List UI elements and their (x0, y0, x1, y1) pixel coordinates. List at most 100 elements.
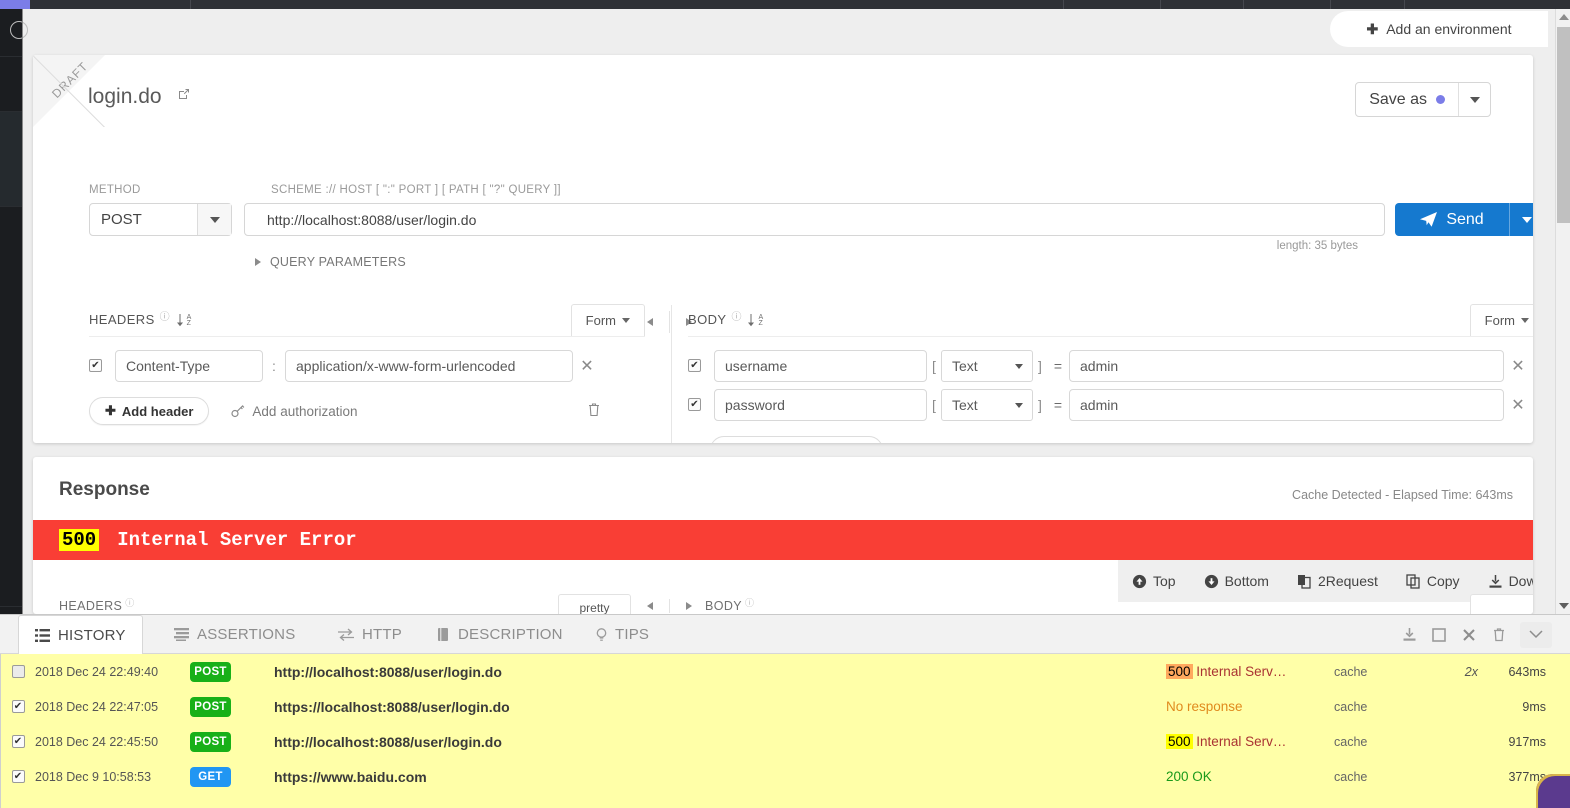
response-2request-label: 2Request (1317, 573, 1378, 589)
save-as-dropdown-button[interactable] (1458, 83, 1490, 116)
body-param-value-input[interactable]: admin (1069, 388, 1504, 421)
tab-http-label: HTTP (362, 626, 402, 643)
response-body-label[interactable]: BODY ⓘ (705, 598, 754, 613)
response-pane-collapse-controls[interactable] (647, 599, 692, 613)
history-close-icon[interactable] (1454, 615, 1484, 654)
history-status-text: No response (1166, 699, 1243, 714)
history-row[interactable]: 2018 Dec 24 22:49:40 POST http://localho… (1, 654, 1570, 689)
body-param-type-select[interactable]: Text (941, 388, 1033, 421)
url-input[interactable]: http://localhost:8088/user/login.do (244, 203, 1385, 236)
layers-icon (174, 628, 189, 641)
body-param-remove-icon[interactable]: ✕ (1504, 395, 1532, 415)
sidebar-cell-active[interactable] (0, 112, 22, 207)
query-parameters-toggle[interactable]: QUERY PARAMETERS (255, 255, 406, 269)
scroll-up-icon[interactable] (1556, 9, 1570, 25)
body-pane-header: BODY ⓘ AZ Form (688, 303, 1533, 337)
headers-mode-select[interactable]: Form (570, 303, 645, 336)
collapse-right-icon[interactable] (686, 602, 692, 610)
response-body-format-select[interactable] (1470, 594, 1533, 614)
tab-history[interactable]: HISTORY (18, 615, 143, 655)
save-as-button[interactable]: Save as (1355, 82, 1491, 117)
add-authorization-button[interactable]: Add authorization (231, 404, 358, 419)
tab-http[interactable]: HTTP (322, 615, 418, 654)
sort-az-icon[interactable]: AZ (748, 313, 763, 327)
sidebar-logo-cell[interactable] (0, 9, 28, 57)
collapse-left-icon[interactable] (647, 318, 653, 326)
response-top-button[interactable]: Top (1118, 573, 1190, 589)
history-chevron-down-icon[interactable] (1520, 621, 1552, 648)
history-row-checkbox[interactable] (11, 735, 25, 748)
body-help-icon[interactable]: ⓘ (731, 308, 741, 323)
history-duration: 9ms (1522, 699, 1546, 714)
scrollbar-thumb[interactable] (1557, 27, 1570, 223)
add-environment-label: Add an environment (1386, 21, 1512, 37)
titlebar-accent (0, 0, 30, 9)
sidebar-cell-2[interactable] (0, 57, 22, 112)
history-row-checkbox[interactable] (11, 770, 25, 783)
history-status-text: Internal Serv… (1196, 664, 1287, 679)
header-name-input[interactable]: Content-Type (115, 349, 263, 382)
left-sidebar-rail[interactable] (0, 9, 28, 614)
add-form-parameter-button[interactable]: ✚ Add form parameter (710, 436, 884, 443)
response-bottom-button[interactable]: Bottom (1190, 573, 1283, 589)
history-row-checkbox[interactable] (11, 700, 25, 713)
query-parameters-label: QUERY PARAMETERS (270, 255, 406, 269)
response-status-text: Internal Server Error (117, 529, 357, 551)
body-param-type-select[interactable]: Text (941, 349, 1033, 382)
header-colon: : (272, 357, 276, 374)
body-trash-icon[interactable] (1528, 441, 1533, 443)
body-param-checkbox[interactable] (688, 398, 701, 411)
history-method-badge: GET (190, 766, 231, 787)
headers-trash-icon[interactable] (587, 402, 601, 421)
history-method-badge: POST (190, 696, 231, 717)
page-scrollbar[interactable] (1555, 9, 1570, 614)
history-row[interactable]: 2018 Dec 24 22:47:05 POST https://localh… (1, 689, 1570, 724)
body-mode-select[interactable]: Form (1469, 303, 1533, 336)
body-param-remove-icon[interactable]: ✕ (1504, 356, 1532, 376)
plus-icon: ✚ (1366, 20, 1379, 37)
history-toolbar (1394, 615, 1552, 654)
history-status-text: Internal Serv… (1196, 734, 1287, 749)
history-download-icon[interactable] (1394, 615, 1424, 654)
tab-description[interactable]: DESCRIPTION (422, 615, 579, 654)
headers-help-icon[interactable]: ⓘ (160, 308, 170, 323)
history-row-checkbox[interactable] (11, 665, 25, 678)
method-label: METHOD (89, 184, 141, 196)
book-icon (438, 628, 450, 641)
collapse-left-icon[interactable] (647, 602, 653, 610)
send-dropdown-button[interactable] (1509, 203, 1533, 236)
sort-az-icon[interactable]: AZ (176, 313, 191, 327)
scroll-down-icon[interactable] (1556, 598, 1570, 614)
response-download-button[interactable]: Download (1474, 573, 1533, 589)
history-cache: cache (1334, 769, 1368, 784)
window-titlebar (0, 0, 1570, 9)
header-remove-icon[interactable]: ✕ (573, 356, 601, 376)
header-row-checkbox[interactable] (89, 359, 102, 372)
history-select-all-icon[interactable] (1424, 615, 1454, 654)
body-param-value-input[interactable]: admin (1069, 349, 1504, 382)
open-external-icon[interactable] (177, 83, 191, 107)
body-param-checkbox[interactable] (688, 359, 701, 372)
method-select[interactable]: POST (89, 203, 232, 236)
tab-tips[interactable]: TIPS (580, 615, 665, 654)
history-trash-icon[interactable] (1484, 615, 1514, 654)
response-copy-button[interactable]: Copy (1392, 573, 1474, 589)
response-2request-button[interactable]: 2Request (1283, 573, 1392, 589)
send-button[interactable]: Send (1395, 203, 1533, 236)
add-environment-button[interactable]: ✚ Add an environment (1330, 11, 1548, 47)
header-value-input[interactable]: application/x-www-form-urlencoded (285, 349, 573, 382)
add-header-button[interactable]: ✚ Add header (89, 397, 210, 425)
history-row[interactable]: 2018 Dec 9 10:58:53 GET https://www.baid… (1, 759, 1570, 794)
sidebar-cell-4[interactable] (0, 207, 22, 607)
body-title: BODY (688, 312, 727, 327)
body-param-key-input[interactable]: password (714, 388, 927, 421)
response-headers-format-select[interactable]: pretty (558, 594, 631, 614)
pane-collapse-controls[interactable] (647, 311, 692, 333)
tab-assertions[interactable]: ASSERTIONS (158, 615, 311, 654)
copy-icon (1406, 573, 1421, 589)
history-row[interactable]: 2018 Dec 24 22:45:50 POST http://localho… (1, 724, 1570, 759)
method-dropdown-icon[interactable] (197, 204, 231, 235)
history-duration: 917ms (1508, 734, 1546, 749)
response-headers-label[interactable]: HEADERS ⓘ (59, 598, 135, 613)
body-param-key-input[interactable]: username (714, 349, 927, 382)
